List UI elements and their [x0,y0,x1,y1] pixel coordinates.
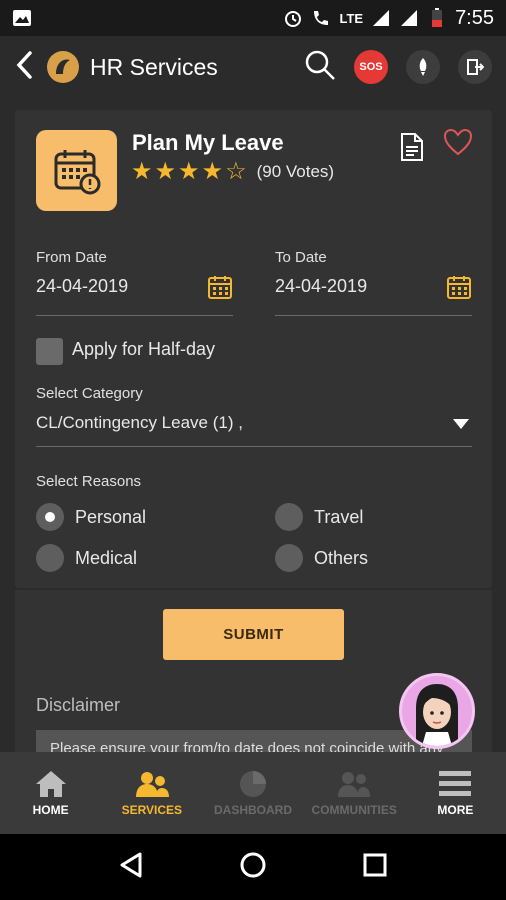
service-title: Plan My Leave [132,130,284,155]
home-icon [35,771,66,797]
back-triangle-icon[interactable] [118,851,144,884]
category-underline [36,446,472,447]
nav-dashboard[interactable]: DASHBOARD [202,752,303,834]
dropdown-arrow-icon[interactable] [453,419,469,429]
star-filled-icon: ★ [154,158,177,185]
radio-label-medical: Medical [75,548,138,568]
nav-more[interactable]: MORE [405,752,506,834]
nav-home[interactable]: HOME [0,752,101,834]
clock-time: 7:55 [455,6,494,29]
network-type-label: LTE [339,10,364,26]
system-navigation-bar [0,834,506,900]
star-filled-icon: ★ [131,158,153,185]
disclaimer-title: Disclaimer [36,695,121,715]
recents-square-icon[interactable] [362,852,388,883]
submit-button[interactable]: SUBMIT [163,609,344,660]
image-notification-icon [12,8,32,28]
search-icon[interactable] [304,49,336,86]
star-rating: ★ ★ ★ ★ ☆ (90 Votes) [131,160,334,184]
brand-logo [46,50,80,84]
radio-label-personal: Personal [75,507,147,527]
home-circle-icon[interactable] [239,851,267,884]
alarm-icon [283,8,303,28]
radio-label-others: Others [314,548,369,568]
assistant-avatar[interactable] [399,673,475,749]
from-date-underline [36,315,233,316]
signal-icon-2 [399,8,419,28]
dashboard-icon [240,771,266,797]
nav-label-communities: COMMUNITIES [311,803,397,817]
app-bar: HR Services SOS [0,36,506,98]
battery-icon [427,8,447,28]
category-label: Select Category [36,385,143,402]
bottom-navigation: HOME SERVICES DASHBOARD COMMUNITIES MORE [0,752,506,834]
calendar-alert-icon [36,130,117,211]
page-title: HR Services [90,53,218,80]
nav-label-home: HOME [32,803,69,817]
services-icon [135,772,169,797]
star-empty-icon: ☆ [225,158,247,185]
signal-icon [371,8,391,28]
communities-icon [338,772,371,797]
half-day-checkbox[interactable] [36,338,63,365]
radio-others[interactable] [275,544,303,572]
radio-personal[interactable] [36,503,64,531]
category-select[interactable]: CL/Contingency Leave (1) , [36,413,243,433]
vote-count: (90 Votes) [256,162,335,181]
from-date-field[interactable]: 24-04-2019 [36,276,128,297]
from-date-label: From Date [36,249,107,266]
radio-medical[interactable] [36,544,64,572]
calendar-icon[interactable] [446,274,472,305]
document-icon[interactable] [399,132,425,167]
leave-form-card: Plan My Leave ★ ★ ★ ★ ☆ (90 Votes) From … [15,110,492,588]
nav-services[interactable]: SERVICES [101,752,202,834]
nav-label-services: SERVICES [121,803,183,817]
nav-communities[interactable]: COMMUNITIES [304,752,405,834]
rocket-icon[interactable] [406,50,440,84]
half-day-label: Apply for Half-day [72,339,216,359]
back-arrow-icon[interactable] [14,50,36,85]
nav-label-dashboard: DASHBOARD [214,803,292,817]
nav-label-more: MORE [437,803,474,817]
call-4g-icon [311,8,331,28]
star-filled-icon: ★ [178,158,200,185]
to-date-label: To Date [275,249,327,266]
radio-travel[interactable] [275,503,303,531]
sos-button[interactable]: SOS [354,50,388,84]
menu-icon [439,771,472,796]
reasons-label: Select Reasons [36,473,142,490]
star-filled-icon: ★ [201,158,224,185]
radio-label-travel: Travel [314,507,364,527]
calendar-icon[interactable] [207,274,233,305]
to-date-field[interactable]: 24-04-2019 [275,276,367,297]
logout-icon[interactable] [458,50,492,84]
to-date-underline [275,315,472,316]
favorite-heart-icon[interactable] [443,128,473,161]
status-bar: LTE 7:55 [0,0,506,36]
